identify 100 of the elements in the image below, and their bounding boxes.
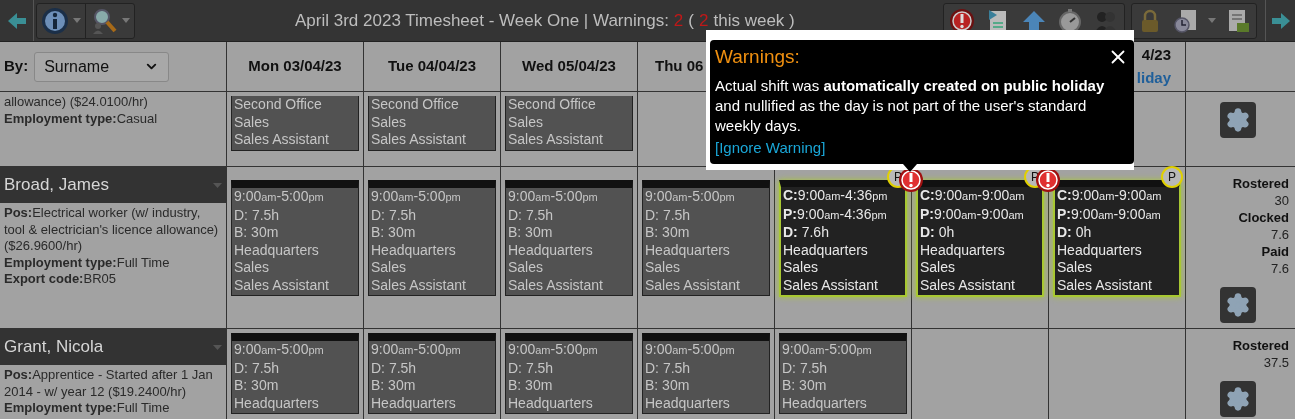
timesheet-title: this week ) — [713, 9, 795, 32]
shift-time: P:9:00am-9:00am — [1057, 205, 1162, 224]
shift-detail: Sales — [234, 113, 271, 131]
employee-name: Broad, James — [4, 174, 109, 197]
employee-header[interactable]: Broad, James — [0, 167, 226, 203]
shift-time: 9:00am-5:00pm — [234, 341, 325, 359]
summary-value: 7.6 — [1270, 226, 1289, 243]
shift-detail: B: 30m — [645, 224, 691, 242]
summary-label: Rostered — [1232, 337, 1289, 354]
shift-detail: Sales Assistant — [234, 131, 330, 149]
shift-card[interactable]: Second Office Sales Sales Assistant — [231, 96, 359, 151]
timesheet-title: ( — [688, 9, 694, 32]
shift-detail: Headquarters — [234, 241, 320, 259]
day-header: Thu 06 — [655, 56, 704, 77]
shift-detail: Second Office — [371, 96, 460, 114]
shift-card[interactable]: C:9:00am-4:36pm P:9:00am-4:36pm D: 7.6h Headquarters Sales Sales Assistant — [779, 180, 907, 297]
shift-time: 9:00am-5:00pm — [645, 341, 736, 359]
shift-detail: Sales — [508, 113, 545, 131]
shift-detail: Second Office — [234, 96, 323, 114]
caret-icon — [73, 18, 81, 23]
shift-card[interactable]: C:9:00am-9:00am P:9:00am-9:00am D: 0h Headquarters Sales Sales Assistant — [916, 180, 1044, 297]
shift-card[interactable]: 9:00am-5:00pm D: 7.5h B: 30m Headquarters — [505, 333, 633, 414]
shift-time: C:9:00am-4:36pm — [783, 187, 889, 205]
shift-detail: D: 7.5h — [782, 359, 829, 377]
magnifier-icon — [90, 6, 118, 35]
shift-card[interactable]: 9:00am-5:00pm D: 7.5h B: 30m Headquarters Sales Sales Assistant — [505, 180, 633, 296]
sort-label: By: — [4, 56, 29, 77]
employee-detail: Export code:BR05 — [4, 271, 117, 288]
sort-select[interactable]: Surname — [34, 51, 170, 82]
employee-detail: Employment type:Full Time — [4, 254, 171, 271]
employee-detail: Pos:Electrical worker (w/ industry, tool & electrician's licence allowance) ($26.9600/hr) — [4, 205, 220, 255]
shift-time: 9:00am-5:00pm — [508, 188, 599, 206]
settings-button[interactable] — [1219, 287, 1256, 323]
shift-card[interactable]: 9:00am-5:00pm D: 7.5h B: 30m Headquarters Sales Sales Assistant — [231, 180, 359, 296]
shift-detail: Sales Assistant — [1057, 276, 1153, 294]
summary-label: Rostered — [1232, 175, 1289, 192]
shift-detail: Sales — [1057, 259, 1094, 277]
shift-card[interactable]: 9:00am-5:00pm D: 7.5h B: 30m Headquarters — [368, 333, 496, 414]
shift-detail: Second Office — [508, 96, 597, 114]
caret-icon — [1208, 18, 1216, 23]
shift-detail: Sales — [234, 259, 271, 277]
shift-card[interactable]: 9:00am-5:00pm D: 7.5h B: 30m Headquarters — [779, 333, 907, 414]
day-header: Wed 05/04/23 — [522, 56, 616, 77]
shift-card[interactable]: 9:00am-5:00pm D: 7.5h B: 30m Headquarters Sales Sales Assistant — [642, 180, 770, 296]
shift-detail: D: 7.5h — [645, 206, 692, 224]
shift-detail: D: 7.6h — [783, 224, 830, 242]
shift-detail: Sales — [920, 259, 957, 277]
summary-value: 7.6 — [1270, 260, 1289, 277]
shift-detail: Sales Assistant — [508, 131, 604, 149]
shift-card[interactable]: 9:00am-5:00pm D: 7.5h B: 30m Headquarters — [231, 333, 359, 414]
caret-icon — [122, 18, 130, 23]
shift-detail: B: 30m — [234, 224, 280, 242]
shift-detail: B: 30m — [508, 377, 554, 395]
employee-detail: Employment type:Casual — [4, 110, 159, 127]
shift-detail: D: 7.5h — [508, 206, 555, 224]
shift-detail: D: 0h — [1057, 224, 1093, 242]
summary-value: 30 — [1274, 192, 1289, 209]
shift-card[interactable]: 9:00am-5:00pm D: 7.5h B: 30m Headquarters Sales Sales Assistant — [368, 180, 496, 296]
warning-message: Actual shift was automatically created on public holiday and nullified as the day is not part of the user's standard weekly days. — [715, 75, 1106, 136]
shift-detail: Headquarters — [645, 394, 731, 412]
shift-detail: Sales Assistant — [783, 276, 879, 294]
shift-detail: Sales Assistant — [645, 276, 741, 294]
shift-time: C:9:00am-9:00am — [1057, 187, 1163, 205]
public-holiday-badge: P — [1161, 166, 1183, 188]
shift-detail: Headquarters — [371, 241, 457, 259]
shift-card[interactable]: 9:00am-5:00pm D: 7.5h B: 30m Headquarters — [642, 333, 770, 414]
shift-detail: Sales — [371, 259, 408, 277]
shift-detail: Sales Assistant — [371, 131, 467, 149]
shift-detail: Sales Assistant — [508, 276, 604, 294]
shift-detail: B: 30m — [508, 224, 554, 242]
shift-detail: Sales Assistant — [371, 276, 467, 294]
shift-card[interactable]: C:9:00am-9:00am P:9:00am-9:00am D: 0h Headquarters Sales Sales Assistant — [1053, 180, 1181, 297]
summary-label: Paid — [1261, 243, 1289, 260]
shift-time: 9:00am-5:00pm — [645, 188, 736, 206]
info-icon — [41, 6, 69, 35]
shift-time: 9:00am-5:00pm — [508, 341, 599, 359]
shift-card[interactable]: Second Office Sales Sales Assistant — [505, 96, 633, 151]
back-arrow-icon[interactable] — [6, 10, 27, 31]
caret-icon — [213, 344, 222, 350]
shift-detail: Sales Assistant — [920, 276, 1016, 294]
ignore-warning-link[interactable]: [Ignore Warning] — [715, 138, 826, 156]
shift-detail: D: 0h — [920, 224, 956, 242]
day-header: Mon 03/04/23 — [248, 56, 342, 77]
shift-detail: Headquarters — [645, 241, 731, 259]
timesheet-title: April 3rd 2023 Timesheet - Week One | Warnings: — [295, 9, 669, 32]
employee-detail: Employment type:Full Time — [4, 400, 171, 417]
settings-button[interactable] — [1219, 381, 1256, 417]
shift-detail: D: 7.5h — [234, 359, 281, 377]
forward-arrow-icon[interactable] — [1270, 10, 1291, 31]
employee-header[interactable]: Grant, Nicola — [0, 329, 226, 365]
shift-detail: Headquarters — [1057, 241, 1143, 259]
shift-detail: Sales Assistant — [234, 276, 330, 294]
settings-button[interactable] — [1219, 102, 1256, 138]
clock-document-icon — [1173, 7, 1199, 34]
shift-detail: Sales — [645, 259, 682, 277]
shift-time: C:9:00am-9:00am — [920, 187, 1026, 205]
holiday-label: liday — [1136, 67, 1171, 88]
shift-detail: D: 7.5h — [508, 359, 555, 377]
shift-detail: D: 7.5h — [234, 206, 281, 224]
shift-card[interactable]: Second Office Sales Sales Assistant — [368, 96, 496, 151]
